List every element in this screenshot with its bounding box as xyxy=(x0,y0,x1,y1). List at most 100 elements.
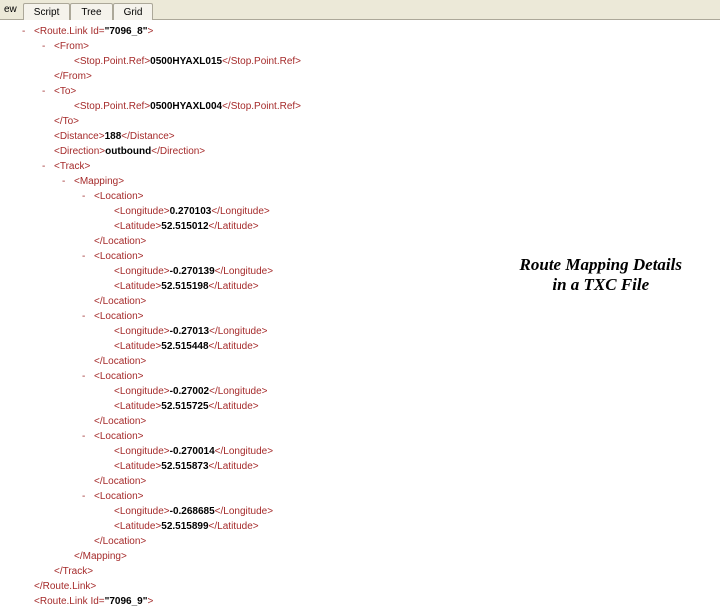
tab-tree[interactable]: Tree xyxy=(70,3,112,21)
xml-tag: </Location> xyxy=(94,414,146,429)
xml-tag: <Track> xyxy=(54,159,90,174)
view-label: ew xyxy=(0,4,21,15)
collapse-icon[interactable]: - xyxy=(42,84,52,99)
xml-tag: <Mapping> xyxy=(74,174,124,189)
xml-node: </To> xyxy=(4,114,720,129)
xml-tag: <Location> xyxy=(94,309,144,324)
xml-value: 52.515873 xyxy=(161,459,208,474)
collapse-icon[interactable]: - xyxy=(82,369,92,384)
xml-node: </Route.Link> xyxy=(4,579,720,594)
xml-value: -0.270139 xyxy=(170,264,215,279)
xml-tag: <From> xyxy=(54,39,89,54)
xml-value: 52.515198 xyxy=(161,279,208,294)
collapse-icon[interactable]: - xyxy=(42,39,52,54)
xml-tag: </Location> xyxy=(94,234,146,249)
xml-node: - <Location> xyxy=(4,429,720,444)
xml-tag: </Latitude> xyxy=(209,519,259,534)
collapse-icon[interactable]: - xyxy=(82,249,92,264)
xml-tag: </Latitude> xyxy=(209,399,259,414)
tab-script[interactable]: Script xyxy=(23,3,71,21)
xml-tag: </Stop.Point.Ref> xyxy=(222,54,301,69)
xml-tag: <Longitude> xyxy=(114,324,170,339)
xml-node: <Latitude>52.515899</Latitude> xyxy=(4,519,720,534)
xml-node: - <Location> xyxy=(4,489,720,504)
xml-tag: </Latitude> xyxy=(209,459,259,474)
xml-node: </Location> xyxy=(4,474,720,489)
xml-tag: <Distance> xyxy=(54,129,105,144)
collapse-icon[interactable]: - xyxy=(42,159,52,174)
caption-line: Route Mapping Details xyxy=(520,255,682,275)
xml-tree-view: - <Route.Link Id="7096_8"> - <From> <Sto… xyxy=(0,20,720,609)
xml-node: <Longitude>-0.270014</Longitude> xyxy=(4,444,720,459)
xml-tag: <Latitude> xyxy=(114,399,161,414)
xml-node: <Longitude> 0.270103</Longitude> xyxy=(4,204,720,219)
xml-node: <Longitude>-0.27013</Longitude> xyxy=(4,324,720,339)
xml-tag: <Stop.Point.Ref> xyxy=(74,54,150,69)
xml-node: <Longitude>-0.27002</Longitude> xyxy=(4,384,720,399)
xml-tag: </Direction> xyxy=(151,144,205,159)
xml-tag: <Latitude> xyxy=(114,219,161,234)
xml-tag: </Latitude> xyxy=(209,219,259,234)
caption-annotation: Route Mapping Details in a TXC File xyxy=(520,255,682,295)
xml-node: <Latitude>52.515448</Latitude> xyxy=(4,339,720,354)
xml-tag: <Longitude> xyxy=(114,384,170,399)
xml-tag: </Longitude> xyxy=(209,324,267,339)
xml-node: </Location> xyxy=(4,414,720,429)
xml-node: <Latitude>52.515012</Latitude> xyxy=(4,219,720,234)
xml-node: </Location> xyxy=(4,534,720,549)
xml-tag: <Location> xyxy=(94,249,144,264)
tab-grid[interactable]: Grid xyxy=(113,3,154,21)
xml-tag: <Location> xyxy=(94,189,144,204)
xml-tag: <To> xyxy=(54,84,76,99)
xml-node: - <Track> xyxy=(4,159,720,174)
xml-value: 0.270103 xyxy=(170,204,212,219)
xml-node: <Distance>188</Distance> xyxy=(4,129,720,144)
xml-node: - <Mapping> xyxy=(4,174,720,189)
collapse-icon[interactable]: - xyxy=(82,189,92,204)
xml-node: <Route.Link Id="7096_9"> xyxy=(4,594,720,609)
xml-tag: <Location> xyxy=(94,429,144,444)
xml-value: 52.515448 xyxy=(161,339,208,354)
xml-tag: </Latitude> xyxy=(209,279,259,294)
xml-tag: <Direction> xyxy=(54,144,105,159)
xml-value: -0.268685 xyxy=(170,504,215,519)
xml-tag: </Location> xyxy=(94,474,146,489)
xml-node: <Latitude>52.515725</Latitude> xyxy=(4,399,720,414)
xml-tag: </Distance> xyxy=(121,129,174,144)
xml-tag: <Longitude> xyxy=(114,444,170,459)
caption-line: in a TXC File xyxy=(520,275,682,295)
xml-value: 52.515725 xyxy=(161,399,208,414)
collapse-icon[interactable]: - xyxy=(22,24,32,39)
collapse-icon[interactable]: - xyxy=(82,309,92,324)
collapse-icon[interactable]: - xyxy=(62,174,72,189)
collapse-icon[interactable]: - xyxy=(82,429,92,444)
xml-node: - <From> xyxy=(4,39,720,54)
xml-tag: </Location> xyxy=(94,534,146,549)
xml-tag: <Route.Link Id= xyxy=(34,594,105,609)
xml-tag: <Longitude> xyxy=(114,264,170,279)
xml-value: -0.27013 xyxy=(170,324,209,339)
xml-node: - <Location> xyxy=(4,309,720,324)
xml-tag: <Stop.Point.Ref> xyxy=(74,99,150,114)
xml-tag: <Latitude> xyxy=(114,279,161,294)
xml-value: 52.515012 xyxy=(161,219,208,234)
xml-attr-value: "7096_9" xyxy=(105,594,148,609)
collapse-icon[interactable]: - xyxy=(82,489,92,504)
xml-value: 0500HYAXL015 xyxy=(150,54,222,69)
xml-node: <Latitude>52.515873</Latitude> xyxy=(4,459,720,474)
xml-node: </Track> xyxy=(4,564,720,579)
xml-tag: </Route.Link> xyxy=(34,579,96,594)
xml-node: </From> xyxy=(4,69,720,84)
xml-node: <Stop.Point.Ref>0500HYAXL015</Stop.Point… xyxy=(4,54,720,69)
xml-tag: <Latitude> xyxy=(114,519,161,534)
xml-node: </Location> xyxy=(4,354,720,369)
xml-node: <Stop.Point.Ref>0500HYAXL004</Stop.Point… xyxy=(4,99,720,114)
xml-tag: </Track> xyxy=(54,564,93,579)
xml-tag: </Longitude> xyxy=(211,204,269,219)
xml-tag: </Location> xyxy=(94,294,146,309)
xml-tag: <Latitude> xyxy=(114,459,161,474)
xml-tag: </Longitude> xyxy=(215,444,273,459)
xml-value: 52.515899 xyxy=(161,519,208,534)
xml-value: 0500HYAXL004 xyxy=(150,99,222,114)
xml-tag: </From> xyxy=(54,69,92,84)
